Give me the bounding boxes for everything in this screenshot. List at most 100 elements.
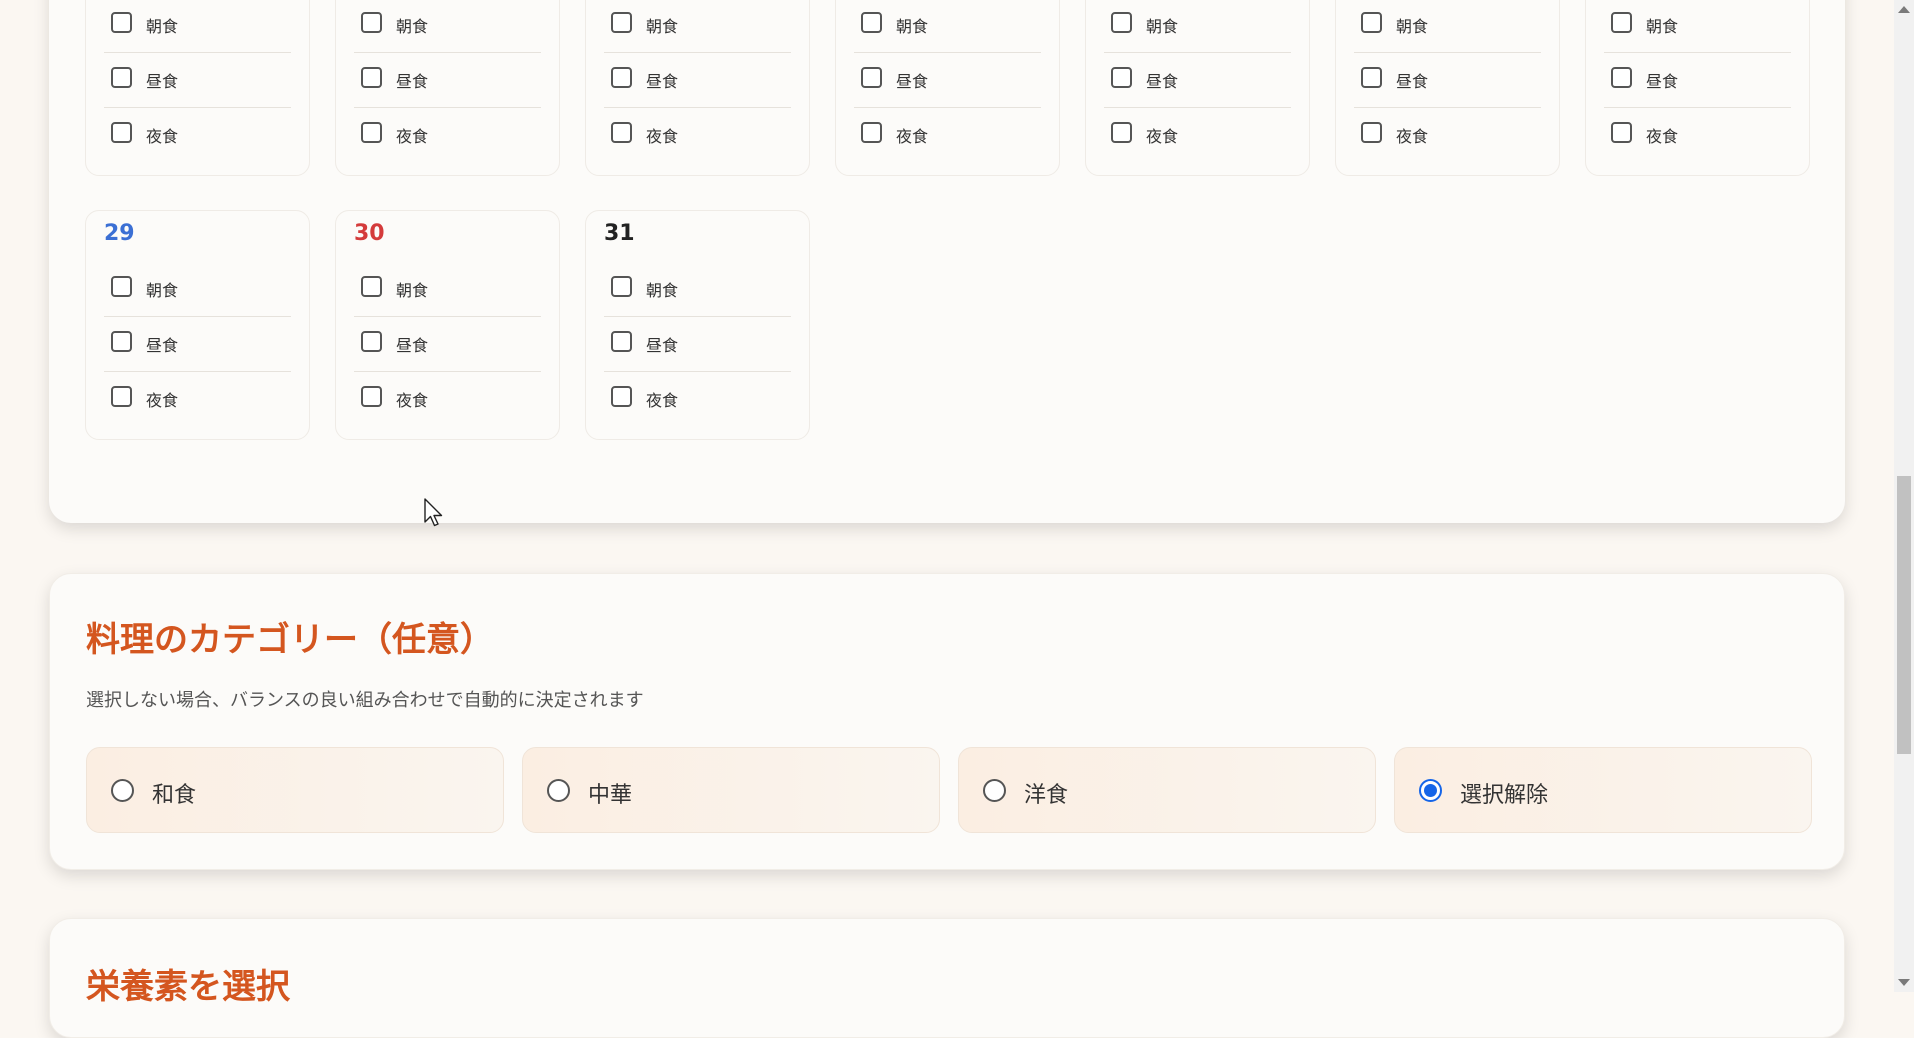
meal-option[interactable]: 夜食 — [1354, 107, 1541, 162]
meal-label: 昼食 — [646, 336, 679, 355]
meal-checkbox[interactable] — [1111, 12, 1132, 33]
meal-checkbox[interactable] — [1361, 67, 1382, 88]
meal-label: 朝食 — [146, 17, 179, 36]
meal-checkbox[interactable] — [611, 12, 632, 33]
meal-option[interactable]: 朝食 — [854, 0, 1041, 53]
meal-checkbox[interactable] — [611, 276, 632, 297]
meal-checkbox[interactable] — [361, 331, 382, 352]
category-option-label: 中華 — [588, 783, 633, 808]
meal-checkbox[interactable] — [111, 386, 132, 407]
category-option[interactable]: 選択解除 — [1394, 747, 1812, 833]
meal-option[interactable]: 朝食 — [104, 0, 291, 53]
meal-checkbox[interactable] — [111, 276, 132, 297]
meal-label: 夜食 — [896, 127, 929, 146]
meal-checkbox[interactable] — [1111, 67, 1132, 88]
meal-checkbox[interactable] — [361, 12, 382, 33]
meal-label: 夜食 — [646, 127, 679, 146]
meal-checkbox[interactable] — [1611, 67, 1632, 88]
meal-checkbox[interactable] — [1611, 122, 1632, 143]
meal-label: 朝食 — [396, 17, 429, 36]
category-radio[interactable] — [111, 779, 134, 802]
meal-option[interactable]: 夜食 — [604, 371, 791, 426]
meal-option[interactable]: 朝食 — [1104, 0, 1291, 53]
meal-option[interactable]: 朝食 — [1354, 0, 1541, 53]
meal-checkbox[interactable] — [611, 67, 632, 88]
meal-option[interactable]: 朝食 — [604, 0, 791, 53]
meal-label: 朝食 — [1146, 17, 1179, 36]
meal-checkbox[interactable] — [361, 386, 382, 407]
meal-checkbox[interactable] — [111, 12, 132, 33]
day-number: 31 — [604, 221, 635, 246]
meal-option[interactable]: 夜食 — [854, 107, 1041, 162]
meal-option[interactable]: 夜食 — [1604, 107, 1791, 162]
day-card: 24朝食昼食夜食 — [585, 0, 810, 176]
meal-option[interactable]: 昼食 — [104, 52, 291, 108]
meal-label: 昼食 — [396, 336, 429, 355]
meal-checkbox[interactable] — [1611, 12, 1632, 33]
meal-option[interactable]: 朝食 — [354, 0, 541, 53]
meal-checkbox[interactable] — [1361, 122, 1382, 143]
meal-option[interactable]: 昼食 — [354, 316, 541, 372]
scroll-up-arrow-icon[interactable] — [1898, 6, 1910, 13]
meal-checkbox[interactable] — [1361, 12, 1382, 33]
category-radio[interactable] — [547, 779, 570, 802]
meal-option[interactable]: 夜食 — [604, 107, 791, 162]
scroll-down-arrow-icon[interactable] — [1898, 979, 1910, 986]
category-radio[interactable] — [983, 779, 1006, 802]
meal-label: 朝食 — [396, 281, 429, 300]
meal-label: 夜食 — [396, 127, 429, 146]
meal-option[interactable]: 昼食 — [104, 316, 291, 372]
meal-option[interactable]: 昼食 — [854, 52, 1041, 108]
meal-option[interactable]: 朝食 — [604, 261, 791, 317]
meal-option[interactable]: 夜食 — [354, 371, 541, 426]
meal-checkbox[interactable] — [861, 67, 882, 88]
meal-option[interactable]: 昼食 — [1354, 52, 1541, 108]
day-card: 27朝食昼食夜食 — [1335, 0, 1560, 176]
meal-checkbox[interactable] — [111, 122, 132, 143]
meal-option[interactable]: 夜食 — [1104, 107, 1291, 162]
meal-checkbox[interactable] — [361, 122, 382, 143]
meal-checkbox[interactable] — [611, 386, 632, 407]
meal-label: 夜食 — [1146, 127, 1179, 146]
category-card: 料理のカテゴリー（任意） 選択しない場合、バランスの良い組み合わせで自動的に決定… — [49, 573, 1845, 870]
meal-checkbox[interactable] — [611, 331, 632, 352]
category-option[interactable]: 和食 — [86, 747, 504, 833]
page-scrollbar[interactable] — [1894, 0, 1914, 992]
meal-checkbox[interactable] — [361, 276, 382, 297]
meal-label: 昼食 — [1146, 72, 1179, 91]
day-card: 23朝食昼食夜食 — [335, 0, 560, 176]
meal-checkbox[interactable] — [111, 67, 132, 88]
day-card: 22朝食昼食夜食 — [85, 0, 310, 176]
meal-option[interactable]: 朝食 — [354, 261, 541, 317]
day-card: 25朝食昼食夜食 — [835, 0, 1060, 176]
meal-option[interactable]: 夜食 — [104, 371, 291, 426]
meal-option[interactable]: 昼食 — [604, 52, 791, 108]
meal-option[interactable]: 朝食 — [104, 261, 291, 317]
meal-option[interactable]: 夜食 — [104, 107, 291, 162]
day-number: 29 — [104, 221, 135, 246]
meal-label: 夜食 — [396, 391, 429, 410]
meal-label: 夜食 — [146, 127, 179, 146]
scrollbar-thumb[interactable] — [1897, 476, 1911, 754]
meal-checkbox[interactable] — [861, 122, 882, 143]
meal-checkbox[interactable] — [1111, 122, 1132, 143]
meal-label: 夜食 — [1396, 127, 1429, 146]
meal-calendar-card: 22朝食昼食夜食23朝食昼食夜食24朝食昼食夜食25朝食昼食夜食26朝食昼食夜食… — [49, 0, 1845, 523]
meal-option[interactable]: 朝食 — [1604, 0, 1791, 53]
meal-checkbox[interactable] — [111, 331, 132, 352]
meal-label: 昼食 — [1646, 72, 1679, 91]
meal-checkbox[interactable] — [361, 67, 382, 88]
meal-checkbox[interactable] — [611, 122, 632, 143]
meal-option[interactable]: 昼食 — [604, 316, 791, 372]
meal-checkbox[interactable] — [861, 12, 882, 33]
meal-label: 昼食 — [646, 72, 679, 91]
day-card: 28朝食昼食夜食 — [1585, 0, 1810, 176]
meal-option[interactable]: 昼食 — [354, 52, 541, 108]
category-radio[interactable] — [1419, 779, 1442, 802]
category-option[interactable]: 洋食 — [958, 747, 1376, 833]
meal-option[interactable]: 昼食 — [1604, 52, 1791, 108]
meal-option[interactable]: 昼食 — [1104, 52, 1291, 108]
category-option[interactable]: 中華 — [522, 747, 940, 833]
meal-option[interactable]: 夜食 — [354, 107, 541, 162]
meal-label: 夜食 — [646, 391, 679, 410]
